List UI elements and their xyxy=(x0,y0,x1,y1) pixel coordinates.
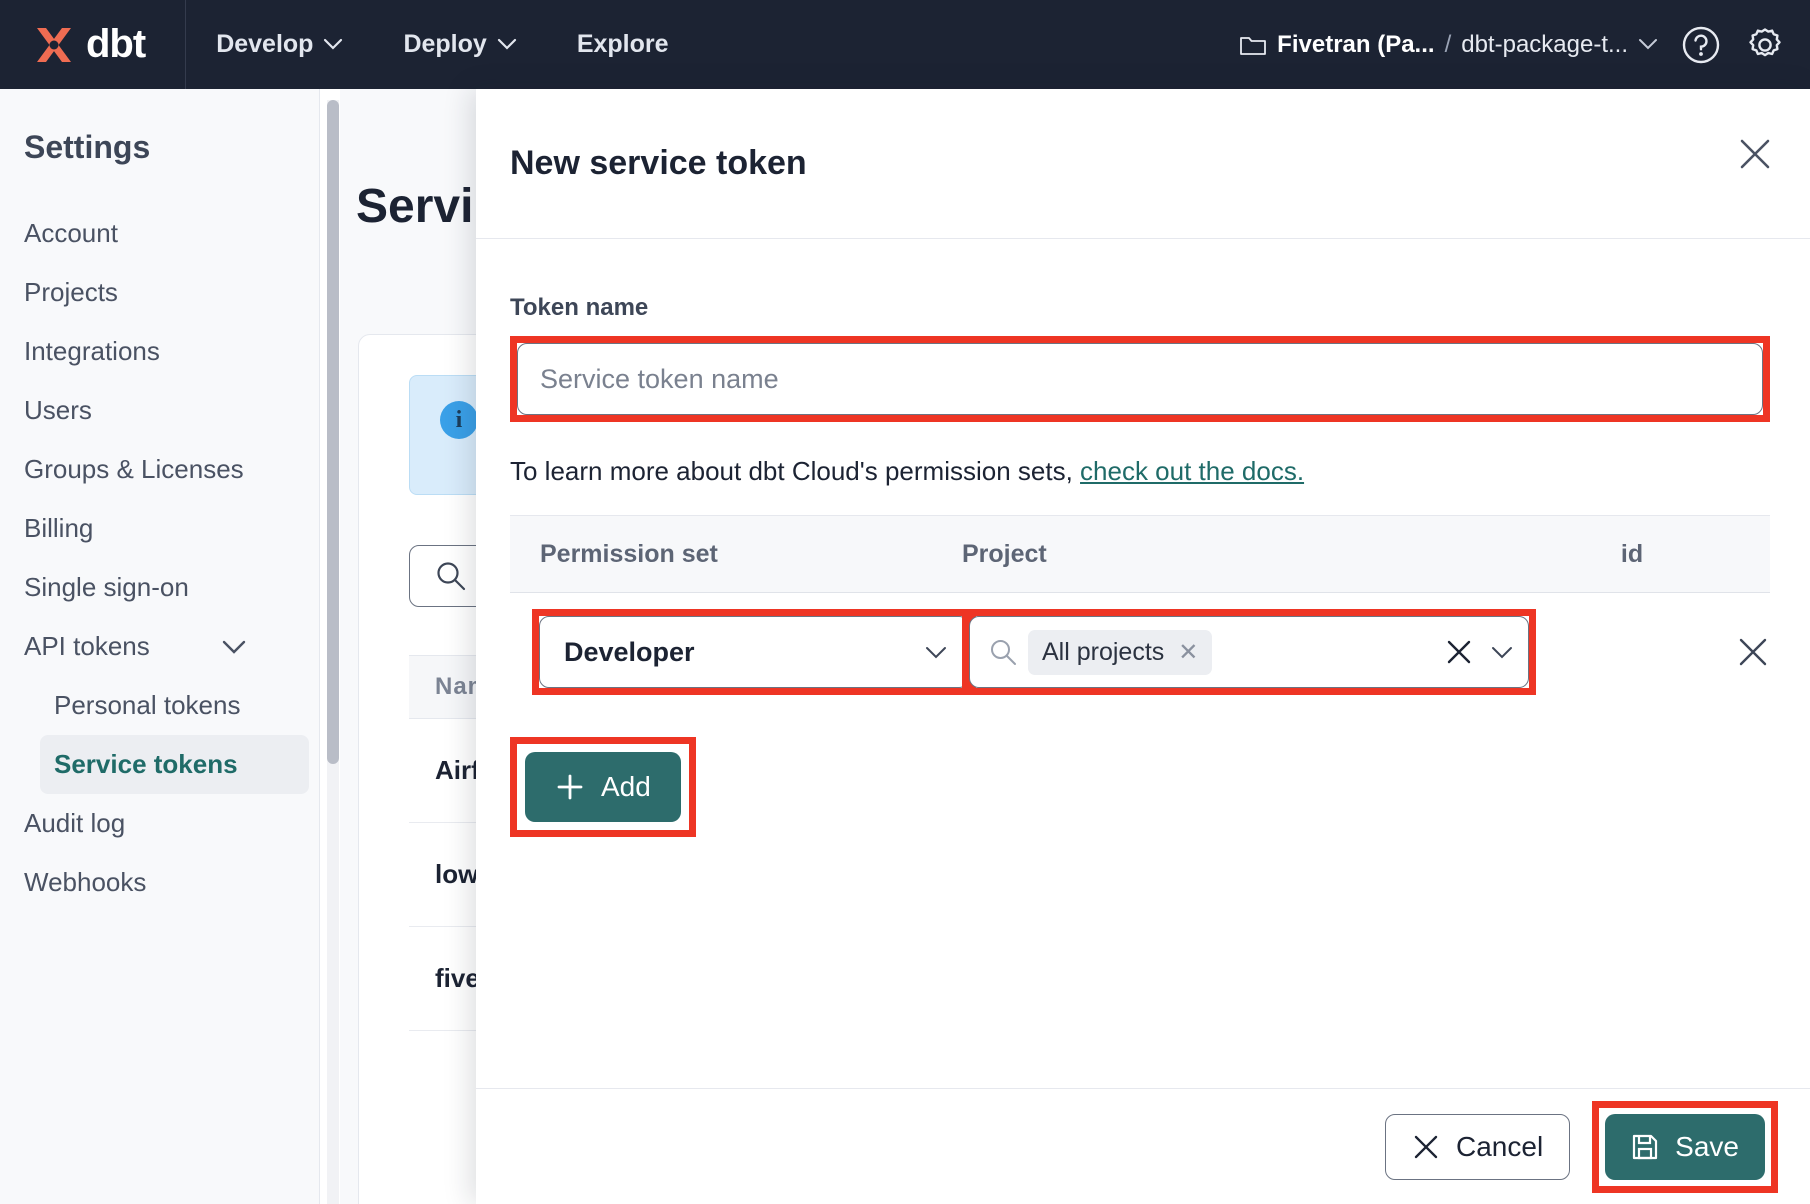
permission-help-text: To learn more about dbt Cloud's permissi… xyxy=(510,456,1770,487)
project-multiselect[interactable]: All projects ✕ xyxy=(969,616,1529,688)
token-name-highlight xyxy=(510,336,1770,422)
plus-icon xyxy=(555,772,585,802)
sidebar-item-integrations[interactable]: Integrations xyxy=(0,322,319,381)
sidebar-item-label: Personal tokens xyxy=(54,690,241,720)
info-icon: i xyxy=(440,401,478,439)
sidebar-item-label: Webhooks xyxy=(24,867,147,897)
column-header-project: Project xyxy=(962,539,1047,568)
sidebar-item-label: Projects xyxy=(24,277,118,307)
sidebar-title: Settings xyxy=(24,129,151,165)
project-select-actions xyxy=(1444,637,1514,667)
sidebar-item-label: Single sign-on xyxy=(24,572,189,602)
sidebar-item-label: Audit log xyxy=(24,808,126,838)
add-button-highlight: Add xyxy=(510,737,696,837)
cancel-button-label: Cancel xyxy=(1456,1130,1544,1162)
breadcrumb-separator: / xyxy=(1444,30,1452,58)
breadcrumb[interactable]: Fivetran (Pa... / dbt-package-t... xyxy=(1239,31,1658,59)
sidebar-item-label: API tokens xyxy=(24,631,150,661)
sidebar-item-webhooks[interactable]: Webhooks xyxy=(0,853,319,912)
nav-items: Develop Deploy Explore xyxy=(186,0,698,89)
nav-item-deploy[interactable]: Deploy xyxy=(373,0,546,89)
save-button-label: Save xyxy=(1675,1130,1739,1162)
search-icon xyxy=(434,559,468,593)
chevron-down-icon[interactable] xyxy=(1490,645,1514,660)
project-chip-label: All projects xyxy=(1042,637,1165,666)
nav-item-deploy-label: Deploy xyxy=(403,30,487,58)
search-icon xyxy=(988,637,1018,667)
permission-help-prefix: To learn more about dbt Cloud's permissi… xyxy=(510,456,1081,486)
settings-sidebar: Settings Account Projects Integrations U… xyxy=(0,89,320,1204)
sidebar-item-groups-licenses[interactable]: Groups & Licenses xyxy=(0,440,319,499)
dbt-logo-text: dbt xyxy=(86,22,146,66)
new-service-token-modal: New service token Token name To learn mo… xyxy=(476,89,1810,1204)
sidebar-item-audit-log[interactable]: Audit log xyxy=(0,794,319,853)
sidebar-item-billing[interactable]: Billing xyxy=(0,499,319,558)
permissions-table-header: Permission set Project id xyxy=(510,515,1770,593)
permission-set-value: Developer xyxy=(564,636,695,667)
folder-icon xyxy=(1239,33,1267,57)
sidebar-item-api-tokens[interactable]: API tokens xyxy=(0,617,319,676)
sidebar-item-single-sign-on[interactable]: Single sign-on xyxy=(0,558,319,617)
clear-x-icon[interactable] xyxy=(1444,637,1474,667)
project-select-highlight: All projects ✕ xyxy=(962,609,1536,695)
sidebar-item-label: Account xyxy=(24,218,118,248)
sidebar-item-personal-tokens[interactable]: Personal tokens xyxy=(0,676,319,735)
app-root: dbt Develop Deploy Explore Fivetran (Pa.… xyxy=(0,0,1810,1204)
permissions-table: Permission set Project id Developer All … xyxy=(510,515,1770,711)
sidebar-item-label: Billing xyxy=(24,513,94,543)
token-name-input[interactable] xyxy=(517,343,1763,415)
breadcrumb-project: dbt-package-t... xyxy=(1461,30,1628,58)
save-disk-icon xyxy=(1631,1133,1659,1161)
sidebar-scrollbar-thumb[interactable] xyxy=(327,100,339,764)
breadcrumb-account: Fivetran (Pa... xyxy=(1277,30,1435,58)
column-header-permission-set: Permission set xyxy=(540,539,718,568)
cancel-button[interactable]: Cancel xyxy=(1385,1113,1571,1180)
chevron-down-icon xyxy=(497,38,517,51)
add-permission-button[interactable]: Add xyxy=(525,752,681,822)
nav-item-develop[interactable]: Develop xyxy=(186,0,373,89)
permission-set-highlight: Developer xyxy=(532,609,976,695)
chevron-down-icon xyxy=(924,645,948,660)
gear-icon[interactable] xyxy=(1744,24,1786,66)
chevron-down-icon xyxy=(1638,38,1658,51)
remove-row-x-icon[interactable] xyxy=(1736,635,1770,669)
nav-item-develop-label: Develop xyxy=(216,30,314,58)
sidebar-item-label: Users xyxy=(24,395,92,425)
modal-title: New service token xyxy=(510,144,807,182)
sidebar-item-label: Integrations xyxy=(24,336,160,366)
modal-footer: Cancel Save xyxy=(476,1088,1810,1204)
sidebar-item-account[interactable]: Account xyxy=(0,204,319,263)
nav-right-group: Fivetran (Pa... / dbt-package-t... xyxy=(1239,0,1786,89)
check-out-the-docs-link[interactable]: check out the docs. xyxy=(1080,456,1304,486)
nav-item-explore-label: Explore xyxy=(576,30,669,58)
save-button-highlight: Save xyxy=(1592,1100,1778,1193)
dbt-logo[interactable]: dbt xyxy=(30,21,146,69)
save-button[interactable]: Save xyxy=(1605,1113,1765,1180)
sidebar-item-users[interactable]: Users xyxy=(0,381,319,440)
add-button-label: Add xyxy=(601,771,651,802)
permission-set-select[interactable]: Developer xyxy=(539,616,969,688)
close-icon xyxy=(1412,1133,1440,1161)
sidebar-item-label: Service tokens xyxy=(54,749,238,779)
sidebar-item-label: Groups & Licenses xyxy=(24,454,244,484)
close-small-icon[interactable]: ✕ xyxy=(1178,638,1198,667)
project-chip: All projects ✕ xyxy=(1028,629,1213,675)
permission-row: Developer All projects ✕ xyxy=(510,593,1770,711)
sidebar-item-projects[interactable]: Projects xyxy=(0,263,319,322)
column-header-id: id xyxy=(1620,539,1644,568)
chevron-down-icon xyxy=(323,38,343,51)
close-icon[interactable] xyxy=(1738,137,1772,171)
modal-body: Token name To learn more about dbt Cloud… xyxy=(476,239,1810,1088)
token-name-label: Token name xyxy=(510,294,649,321)
dbt-logo-icon xyxy=(30,21,78,69)
modal-header: New service token xyxy=(476,89,1810,239)
nav-item-explore[interactable]: Explore xyxy=(547,0,699,89)
sidebar-item-service-tokens[interactable]: Service tokens xyxy=(40,735,309,794)
chevron-down-icon xyxy=(221,639,247,655)
top-navigation-bar: dbt Develop Deploy Explore Fivetran (Pa.… xyxy=(0,0,1810,89)
help-circle-icon[interactable] xyxy=(1680,24,1722,66)
